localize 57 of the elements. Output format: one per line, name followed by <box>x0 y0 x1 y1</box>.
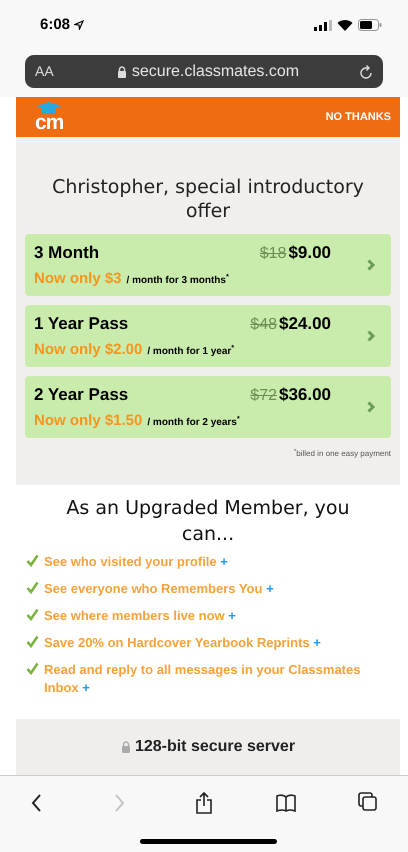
more-link[interactable]: + <box>82 680 90 695</box>
chevron-right-icon <box>367 259 375 271</box>
more-link[interactable]: + <box>313 635 321 650</box>
status-time: 6:08 <box>40 14 70 35</box>
no-thanks-link[interactable]: NO THANKS <box>326 108 391 126</box>
check-icon <box>26 581 39 594</box>
benefit-text: Read and reply to all messages in your Classmates Inbox + <box>44 661 362 697</box>
check-icon <box>26 662 39 675</box>
plan-card[interactable]: 3 Month $18$9.00 Now only $3 / month for 3 months$^{*}$ <box>25 234 391 296</box>
plan-price: $24.00 <box>279 312 331 335</box>
url-text: secure.classmates.com <box>132 62 300 82</box>
lock-icon <box>116 66 127 78</box>
old-price: $48 <box>250 314 277 335</box>
reload-icon[interactable] <box>359 64 373 80</box>
promo-price: Now only $2.00 <box>34 340 142 360</box>
wifi-icon <box>337 19 353 31</box>
signal-icon <box>314 20 332 30</box>
benefit-text: Save 20% on Hardcover Yearbook Reprints + <box>44 634 321 652</box>
footnote: $^{*}$billed in one easy payment <box>294 448 391 460</box>
benefit-text: See where members live now + <box>44 607 236 625</box>
more-link[interactable]: + <box>220 554 228 569</box>
benefits-title: As an Upgraded Member, you can... <box>65 496 351 547</box>
check-icon <box>26 554 39 567</box>
old-price: $72 <box>250 386 277 406</box>
plan-name: 3 Month <box>34 242 100 264</box>
check-icon <box>26 608 39 621</box>
lock-icon <box>120 741 131 753</box>
plan-terms: / month for 1 year$^{*}$ <box>147 344 234 359</box>
plan-terms: / month for 2 years$^{*}$ <box>147 414 240 430</box>
logo-text: cm <box>35 112 64 132</box>
battery-icon <box>358 19 382 31</box>
benefit-text: See everyone who Remembers You + <box>44 580 274 598</box>
offer-title: Christopher, special introductory offer <box>51 175 365 223</box>
check-icon <box>26 635 39 648</box>
more-link[interactable]: + <box>228 608 236 623</box>
share-icon[interactable] <box>194 792 214 814</box>
old-price: $18 <box>260 244 286 264</box>
plan-terms: / month for 3 months$^{*}$ <box>126 272 229 288</box>
plan-price: $36.00 <box>279 384 331 406</box>
location-arrow-icon <box>74 20 84 30</box>
chevron-right-icon <box>367 401 375 413</box>
benefit-text: See who visited your profile + <box>44 553 228 571</box>
plan-name: 2 Year Pass <box>34 384 130 406</box>
book-icon[interactable] <box>276 792 296 814</box>
graduation-cap-icon <box>36 102 62 112</box>
address-bar[interactable]: AA secure.classmates.com <box>25 55 383 88</box>
promo-price: Now only $1.50 <box>34 410 142 431</box>
security-label: 128-bit secure server <box>134 737 296 757</box>
chevron-right-icon <box>367 330 375 342</box>
plan-name: 1 Year Pass <box>34 312 130 335</box>
tabs-icon[interactable] <box>358 792 378 814</box>
more-link[interactable]: + <box>266 581 274 596</box>
text-size-button[interactable]: AA <box>35 61 75 82</box>
plan-card[interactable]: 1 Year Pass $48$24.00 Now only $2.00 / month for 1 year$^{*}$ <box>25 305 391 367</box>
promo-price: Now only $3 <box>34 268 122 289</box>
plan-card[interactable]: 2 Year Pass $72$36.00 Now only $1.50 / month for 2 years$^{*}$ <box>25 376 391 438</box>
plan-price: $9.00 <box>288 242 331 264</box>
